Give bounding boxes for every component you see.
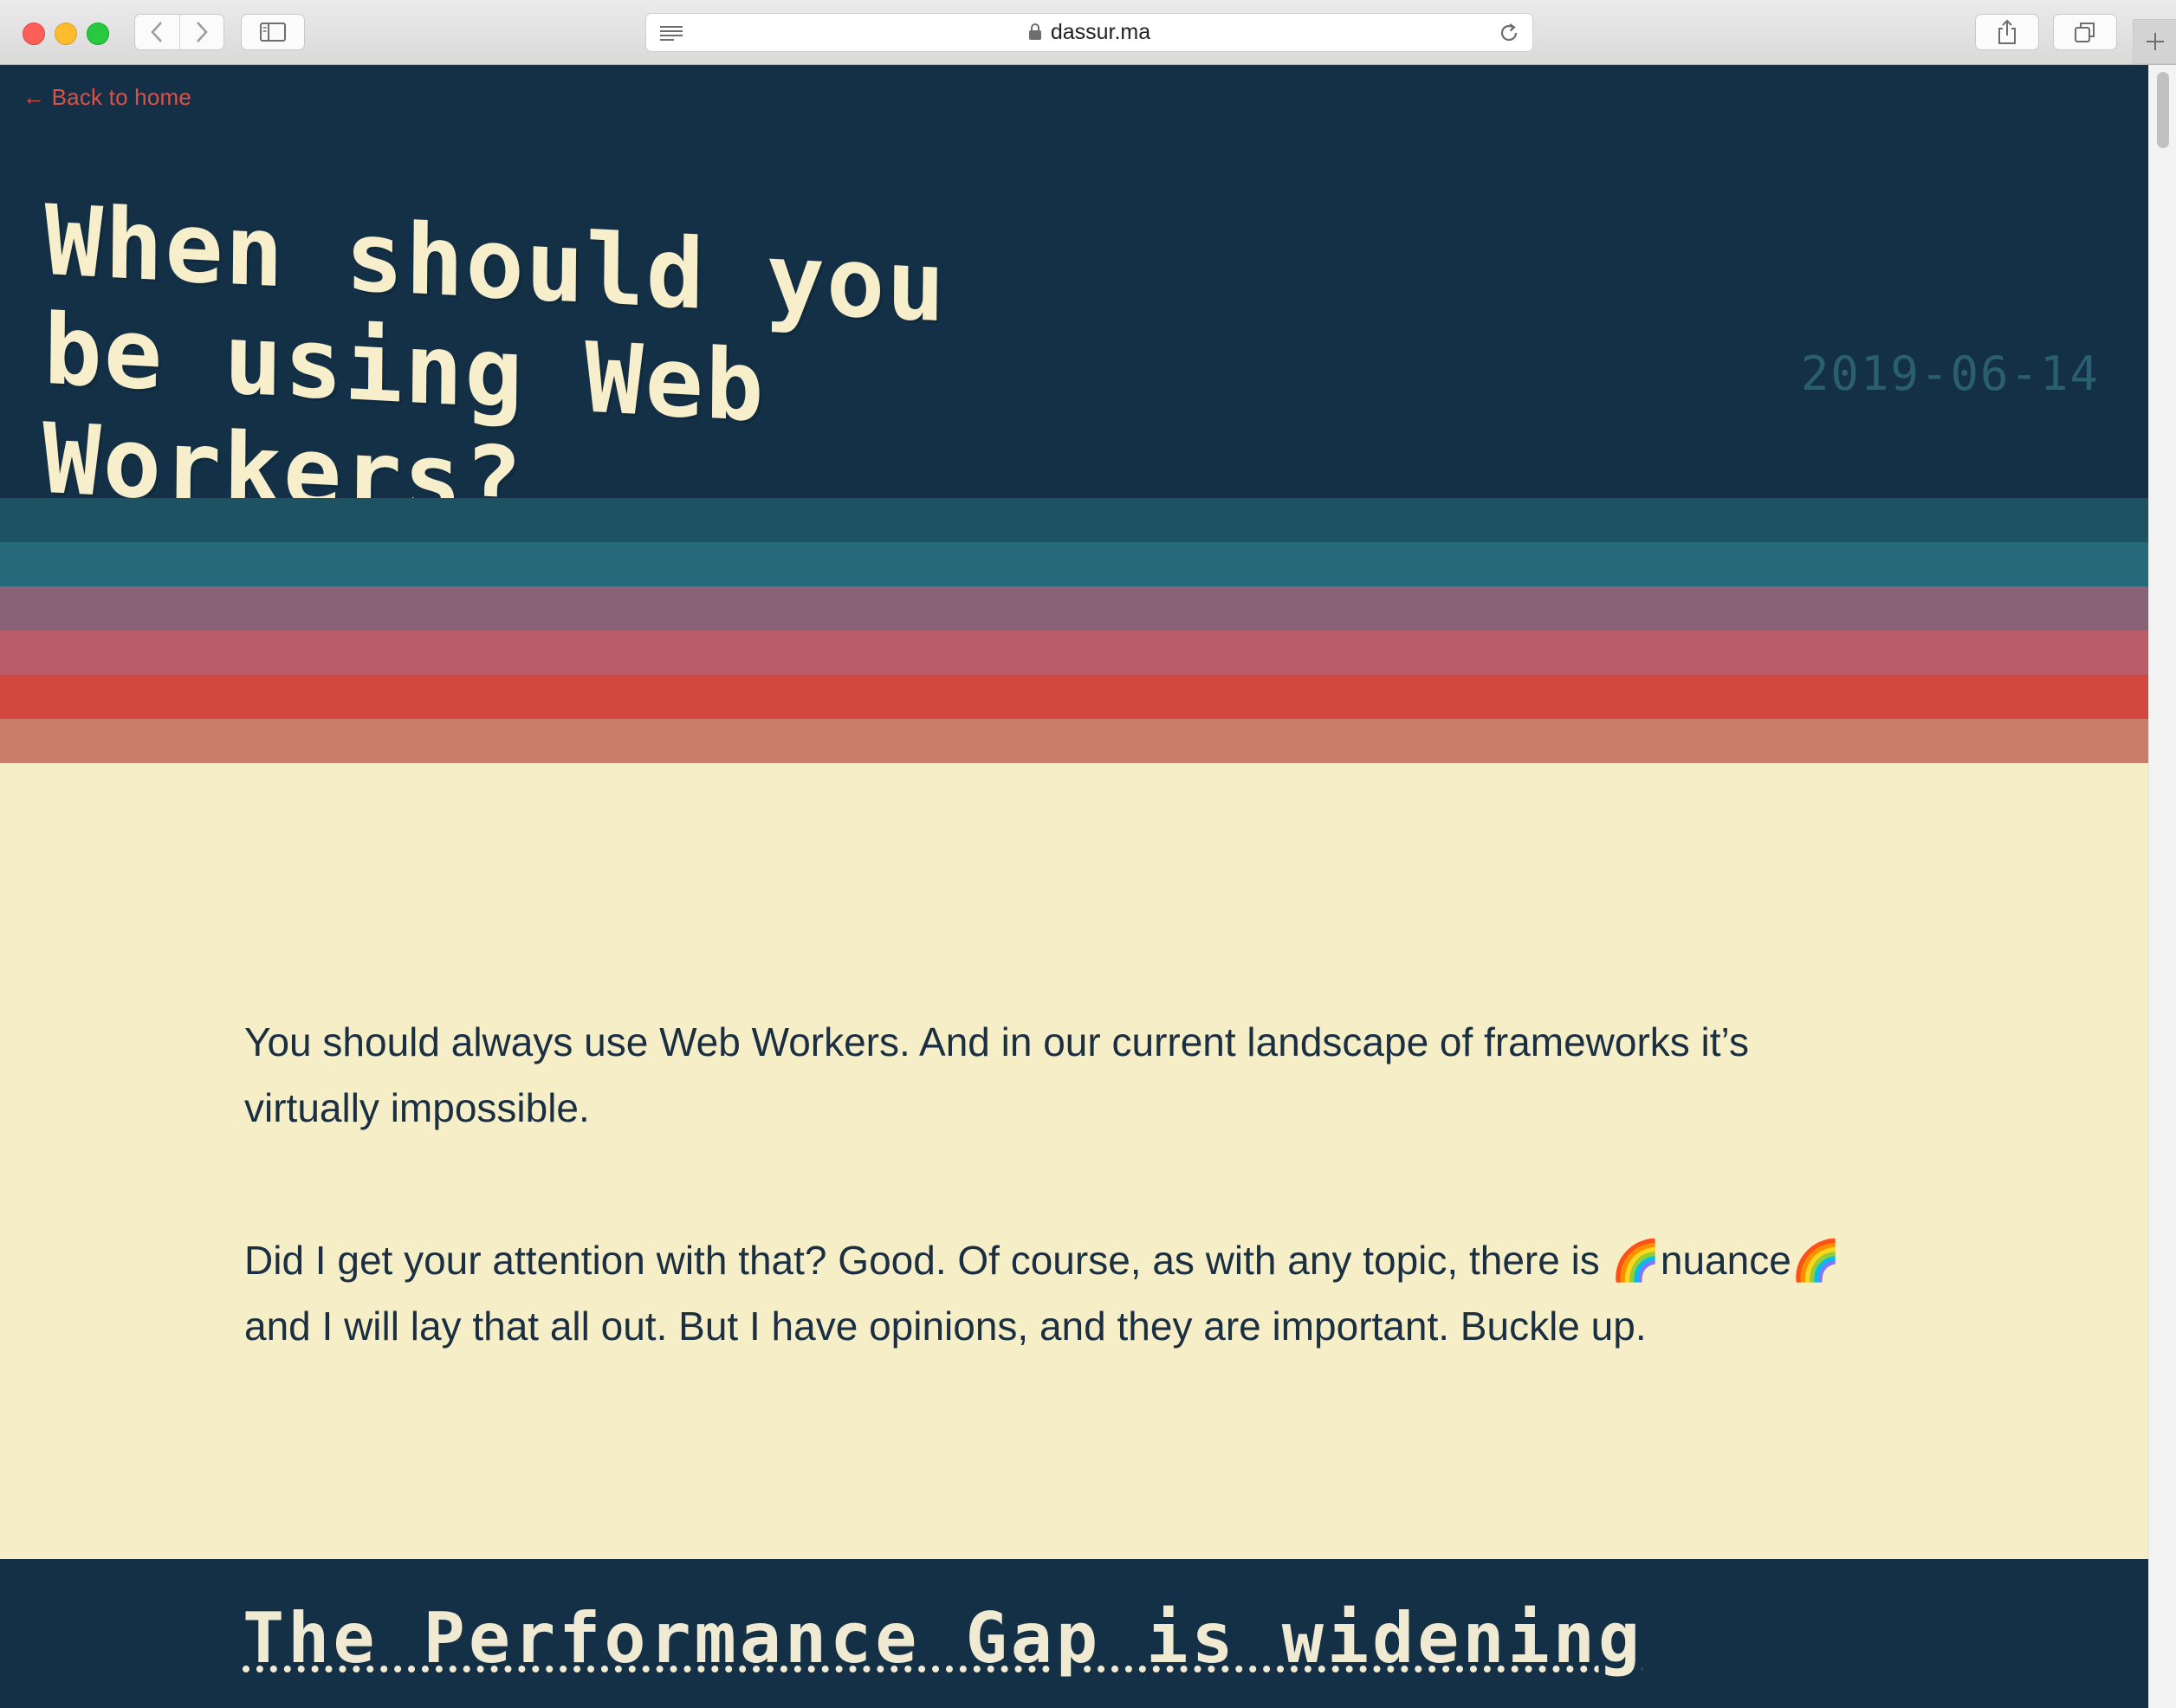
paragraph-nuance: Did I get your attention with that? Good… xyxy=(244,1238,1842,1349)
url-display: dassur.ma xyxy=(646,14,1532,51)
stripe xyxy=(0,586,2148,631)
share-icon xyxy=(1998,19,2016,44)
decorative-stripes xyxy=(0,498,2148,763)
section-header-band: The Performance Gap is widening xyxy=(0,1559,2148,1708)
sidebar-icon xyxy=(260,23,286,42)
forward-button[interactable] xyxy=(178,15,224,49)
close-window-button[interactable] xyxy=(23,23,45,45)
stripe xyxy=(0,719,2148,763)
new-tab-button[interactable] xyxy=(2133,19,2176,64)
plus-icon xyxy=(2146,33,2164,50)
page-viewport: ← Back to home When should you be using … xyxy=(0,65,2148,1708)
stripe xyxy=(0,675,2148,719)
chevron-right-icon xyxy=(196,22,208,42)
back-button[interactable] xyxy=(135,15,179,49)
section-heading: The Performance Gap is widening xyxy=(243,1598,1644,1679)
paragraph-intro: You should always use Web Workers. And i… xyxy=(244,1019,1749,1130)
lock-icon xyxy=(1028,23,1041,40)
article-header: ← Back to home When should you be using … xyxy=(0,65,2148,540)
article-body: You should always use Web Workers. And i… xyxy=(244,1009,1873,1446)
stripe xyxy=(0,631,2148,675)
tab-overview-icon xyxy=(2075,23,2095,42)
article-date: 2019-06-14 xyxy=(1800,346,2100,401)
page-scrollbar[interactable] xyxy=(2148,65,2176,1708)
navigation-buttons xyxy=(134,14,224,50)
zoom-window-button[interactable] xyxy=(87,23,109,45)
chevron-left-icon xyxy=(151,22,163,42)
address-bar[interactable]: dassur.ma xyxy=(645,13,1533,52)
scrollbar-thumb[interactable] xyxy=(2157,72,2169,148)
tab-overview-button[interactable] xyxy=(2053,14,2117,50)
sidebar-button[interactable] xyxy=(241,14,305,50)
browser-toolbar: dassur.ma xyxy=(0,0,2176,65)
minimize-window-button[interactable] xyxy=(55,23,77,45)
back-to-home-link[interactable]: ← Back to home xyxy=(23,84,191,111)
stripe xyxy=(0,498,2148,542)
url-text: dassur.ma xyxy=(1050,20,1151,44)
stripe xyxy=(0,542,2148,586)
reload-icon[interactable] xyxy=(1498,22,1520,44)
share-button[interactable] xyxy=(1975,14,2039,50)
